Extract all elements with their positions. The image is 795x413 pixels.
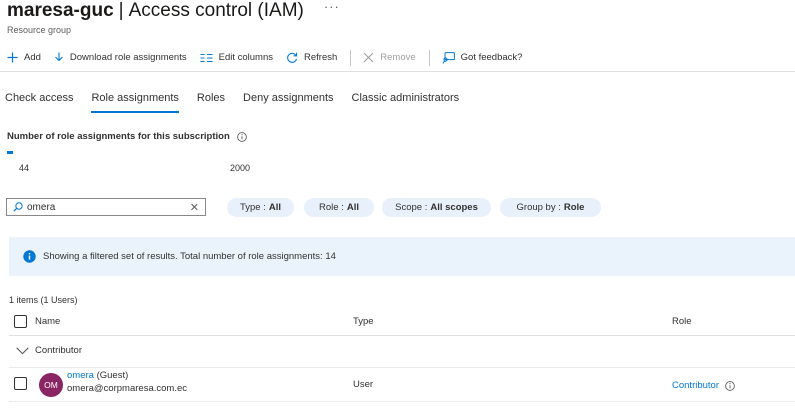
role-link[interactable]: Contributor (672, 380, 719, 391)
refresh-label: Refresh (304, 52, 338, 63)
feedback-icon (442, 51, 455, 64)
search-box[interactable]: ✕ (6, 198, 206, 216)
row-checkbox[interactable] (14, 377, 27, 390)
filter-type-value: All (268, 202, 281, 213)
search-input[interactable] (27, 201, 187, 213)
add-label: Add (24, 52, 41, 63)
user-name-cell: omera (Guest) (67, 370, 128, 381)
resource-name: maresa-guc (7, 0, 114, 21)
items-count: 1 items (1 Users) (9, 295, 78, 305)
avatar: OM (39, 373, 63, 397)
user-name-link[interactable]: omera (67, 370, 94, 381)
column-header-role[interactable]: Role (672, 316, 692, 327)
filter-scope-pill[interactable]: Scope : All scopes (382, 198, 491, 217)
got-feedback-button[interactable]: Got feedback? (442, 51, 523, 64)
tab-roles[interactable]: Roles (197, 92, 225, 110)
add-button[interactable]: Add (7, 52, 41, 63)
resource-type-subtitle: Resource group (7, 25, 72, 35)
edit-columns-label: Edit columns (218, 52, 273, 63)
remove-button[interactable]: Remove (363, 52, 416, 63)
group-by-label: Group by : (516, 202, 561, 213)
refresh-icon (286, 52, 298, 64)
tab-check-access[interactable]: Check access (5, 92, 73, 110)
group-header-contributor[interactable]: Contributor (16, 345, 82, 356)
download-label: Download role assignments (69, 52, 187, 63)
filter-scope-label: Scope : (395, 202, 428, 213)
filter-type-pill[interactable]: Type : All (227, 198, 294, 217)
page-title: Access control (IAM) (128, 0, 304, 21)
filter-role-label: Role : (319, 202, 344, 213)
close-icon (363, 52, 374, 63)
type-cell: User (353, 379, 374, 390)
filter-type-label: Type : (239, 202, 266, 213)
assignment-count-limit: 2000 (230, 163, 251, 173)
info-icon (23, 250, 36, 263)
assignment-usage-bar (7, 151, 13, 154)
remove-label: Remove (380, 52, 416, 63)
tab-deny-assignments[interactable]: Deny assignments (243, 92, 334, 110)
more-options-button[interactable]: ··· (324, 0, 340, 14)
filter-role-pill[interactable]: Role : All (304, 198, 374, 217)
column-header-type[interactable]: Type (353, 316, 374, 327)
toolbar-divider (350, 49, 352, 66)
user-qualifier: (Guest) (96, 370, 129, 381)
banner-message: Showing a filtered set of results. Total… (43, 251, 336, 262)
plus-icon (7, 52, 18, 63)
iam-tabs: Check access Role assignments Roles Deny… (5, 92, 477, 113)
toolbar-divider (428, 49, 430, 66)
assignment-count-title: Number of role assignments for this subs… (7, 131, 230, 142)
row-divider (9, 401, 795, 402)
group-by-value: Role (563, 202, 585, 213)
assignment-count-heading: Number of role assignments for this subs… (7, 131, 247, 142)
clear-search-button[interactable]: ✕ (190, 201, 199, 214)
info-icon[interactable] (236, 131, 247, 142)
chevron-down-icon (16, 346, 29, 355)
user-email: omera@corpmaresa.com.ec (67, 383, 187, 394)
assignment-count-current: 44 (19, 163, 30, 173)
filter-scope-value: All scopes (430, 202, 478, 213)
column-header-name[interactable]: Name (35, 316, 60, 327)
select-all-checkbox[interactable] (14, 315, 27, 328)
group-label: Contributor (35, 345, 82, 356)
title-separator: | (118, 0, 124, 21)
group-divider (9, 367, 795, 368)
columns-icon (200, 53, 213, 63)
info-icon[interactable] (725, 380, 735, 391)
download-role-assignments-button[interactable]: Download role assignments (54, 52, 187, 63)
header-divider (9, 335, 795, 336)
refresh-button[interactable]: Refresh (286, 52, 337, 64)
download-icon (54, 52, 64, 63)
tab-role-assignments[interactable]: Role assignments (91, 92, 180, 113)
filter-info-banner: Showing a filtered set of results. Total… (9, 237, 795, 276)
role-cell: Contributor (672, 380, 735, 391)
search-icon (13, 202, 23, 212)
page-header: maresa-guc | Access control (IAM) ··· (7, 0, 340, 26)
edit-columns-button[interactable]: Edit columns (200, 52, 273, 63)
tab-classic-administrators[interactable]: Classic administrators (352, 92, 460, 110)
feedback-label: Got feedback? (460, 52, 523, 63)
command-bar: Add Download role assignments Edit colum… (0, 44, 795, 72)
group-by-pill[interactable]: Group by : Role (500, 198, 601, 217)
filter-role-value: All (346, 202, 359, 213)
